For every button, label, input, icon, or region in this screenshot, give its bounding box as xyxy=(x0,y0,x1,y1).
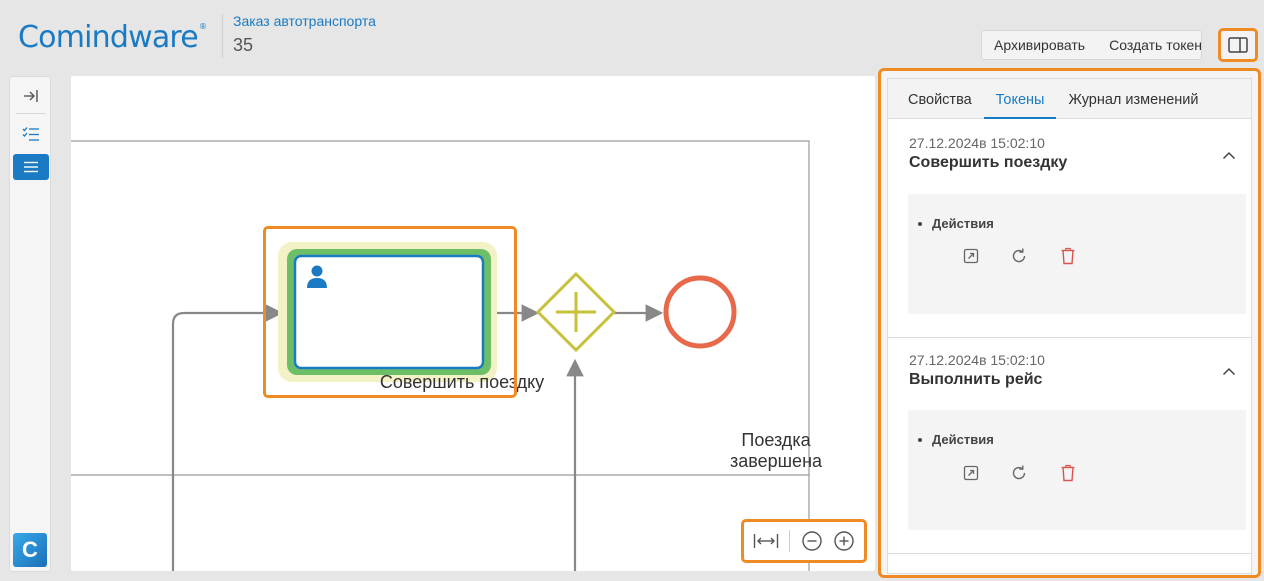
trash-icon xyxy=(1061,247,1075,265)
fit-width-button[interactable] xyxy=(753,532,779,550)
header-toolbar: Архивировать Создать токен xyxy=(981,30,1202,60)
process-title-link[interactable]: Заказ автотранспорта xyxy=(233,13,376,29)
restart-token-button[interactable] xyxy=(1008,245,1030,267)
bpmn-diagram xyxy=(71,140,810,571)
open-token-button[interactable] xyxy=(960,462,982,484)
token-name: Выполнить рейс xyxy=(909,371,1043,388)
actions-label: Действия xyxy=(918,432,994,447)
restart-token-button[interactable] xyxy=(1008,462,1030,484)
logo-mark: ® xyxy=(198,22,207,31)
token-divider xyxy=(888,553,1251,554)
sidebar-divider xyxy=(16,113,46,114)
sequence-flow-in xyxy=(171,304,284,571)
actions-label: Действия xyxy=(918,216,994,231)
zoom-controls xyxy=(741,519,867,563)
trash-icon xyxy=(1061,464,1075,482)
process-id: 35 xyxy=(233,35,254,55)
checklist-icon xyxy=(22,127,39,141)
create-token-button[interactable]: Создать токен xyxy=(1097,37,1214,53)
tab-properties[interactable]: Свойства xyxy=(896,79,984,119)
zoom-in-button[interactable] xyxy=(833,530,855,552)
tab-change-log[interactable]: Журнал изменений xyxy=(1056,79,1210,119)
end-event-label: Поездка завершена xyxy=(729,430,823,471)
sidebar-item-collapse[interactable] xyxy=(13,83,49,109)
panel-content: Свойства Токены Журнал изменений 27.12.2… xyxy=(887,78,1252,574)
collapse-arrow-icon xyxy=(24,90,38,102)
zoom-out-button[interactable] xyxy=(801,530,823,552)
brand-tile[interactable]: C xyxy=(13,533,47,567)
token-collapse-button[interactable] xyxy=(1219,145,1239,165)
sidebar-item-list[interactable] xyxy=(13,154,49,180)
logo-text: Comindware xyxy=(18,20,199,55)
chevron-up-icon xyxy=(1222,367,1236,375)
zoom-in-icon xyxy=(834,531,854,551)
panel-tabs: Свойства Токены Журнал изменений xyxy=(888,79,1251,119)
token-name: Совершить поездку xyxy=(909,154,1068,171)
token-divider xyxy=(888,337,1251,338)
open-external-icon xyxy=(963,465,979,481)
fit-width-icon xyxy=(753,534,779,548)
panel-toggle-button[interactable] xyxy=(1218,28,1258,62)
left-sidebar: C xyxy=(9,76,51,572)
properties-panel: Свойства Токены Журнал изменений 27.12.2… xyxy=(878,68,1261,578)
zoom-out-icon xyxy=(801,531,822,551)
refresh-icon xyxy=(1012,465,1026,480)
end-event[interactable] xyxy=(663,275,737,349)
sidebar-item-checklist[interactable] xyxy=(13,121,49,147)
tab-tokens[interactable]: Токены xyxy=(983,79,1057,119)
token-collapse-button[interactable] xyxy=(1219,361,1239,381)
header-divider xyxy=(222,14,223,58)
archive-button[interactable]: Архивировать xyxy=(982,37,1097,53)
open-external-icon xyxy=(963,248,979,264)
list-icon xyxy=(24,161,38,173)
refresh-icon xyxy=(1012,248,1026,263)
task-shape[interactable] xyxy=(293,254,485,370)
parallel-gateway[interactable] xyxy=(535,271,617,353)
app-logo: Comindware® xyxy=(18,20,207,55)
diagram-canvas[interactable]: Совершить поездку Поездка завершена xyxy=(71,76,875,571)
delete-token-button[interactable] xyxy=(1057,245,1079,267)
zoom-divider xyxy=(789,530,791,552)
token-actions-box: Действия xyxy=(908,194,1246,314)
token-date: 27.12.2024в 15:02:10 xyxy=(909,135,1045,151)
token-actions-box: Действия xyxy=(908,410,1246,530)
open-token-button[interactable] xyxy=(960,245,982,267)
chevron-up-icon xyxy=(1222,151,1236,159)
panel-toggle-icon xyxy=(1228,37,1248,53)
token-date: 27.12.2024в 15:02:10 xyxy=(909,352,1045,368)
task-label: Совершить поездку xyxy=(379,372,545,392)
delete-token-button[interactable] xyxy=(1057,462,1079,484)
